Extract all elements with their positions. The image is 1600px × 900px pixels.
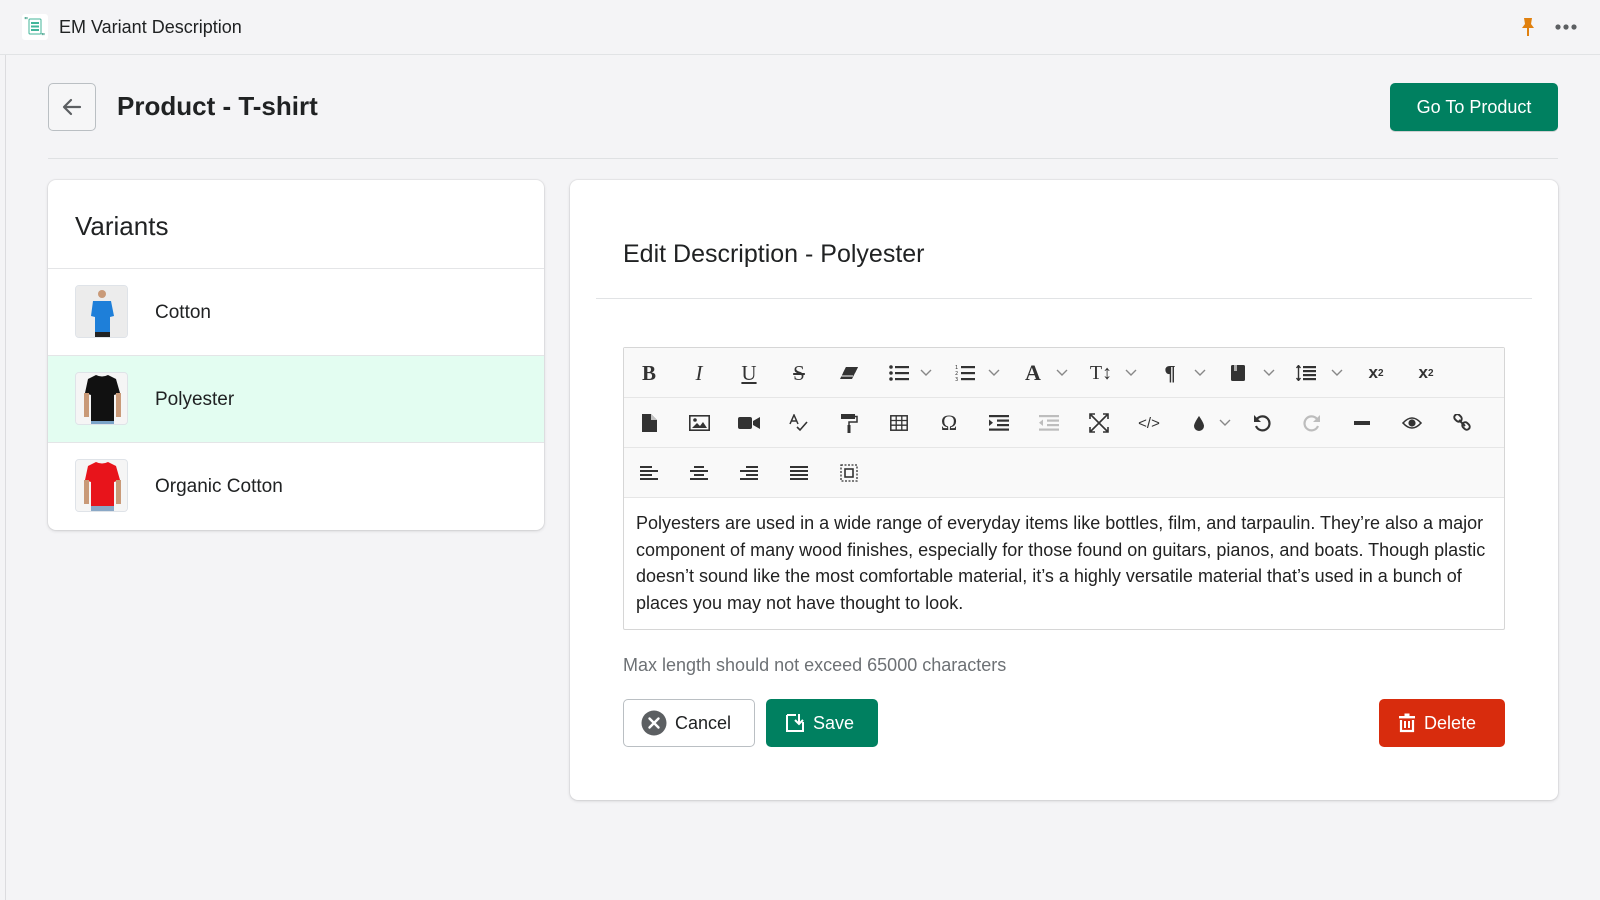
editor-toolbar-row-3 [624, 448, 1504, 498]
redo-icon[interactable] [1296, 408, 1328, 438]
variant-thumbnail [75, 459, 128, 512]
variant-item-polyester[interactable]: Polyester [48, 355, 544, 442]
chevron-down-icon[interactable] [1216, 408, 1234, 438]
max-length-hint: Max length should not exceed 65000 chara… [623, 655, 1007, 675]
app-topbar: " " EM Variant Description [0, 0, 1600, 55]
go-to-product-button[interactable]: Go To Product [1390, 83, 1558, 131]
svg-text:": " [24, 16, 28, 25]
line-height-icon[interactable] [1290, 358, 1322, 388]
format-painter-icon[interactable] [833, 408, 865, 438]
trash-icon [1399, 713, 1415, 733]
chevron-down-icon[interactable] [917, 358, 935, 388]
variant-label: Cotton [155, 302, 211, 323]
variants-card: Variants Cotton Polyester Organic Cotton [48, 180, 544, 530]
ordered-list-icon[interactable]: 123 [949, 358, 981, 388]
variant-label: Organic Cotton [155, 476, 283, 497]
font-size-icon[interactable]: T↕ [1085, 358, 1117, 388]
app-title: EM Variant Description [59, 17, 242, 37]
cancel-label: Cancel [675, 712, 732, 733]
paragraph-style-icon[interactable] [1222, 358, 1254, 388]
pin-icon[interactable] [1518, 16, 1538, 38]
font-family-icon[interactable]: A [1017, 358, 1049, 388]
unordered-list-icon[interactable] [883, 358, 915, 388]
svg-text:3: 3 [955, 377, 958, 382]
editor-toolbar-row-2: Ω </> [624, 398, 1504, 448]
select-all-icon[interactable] [833, 458, 865, 488]
chevron-down-icon[interactable] [1122, 358, 1140, 388]
delete-label: Delete [1424, 712, 1477, 733]
chevron-down-icon[interactable] [1328, 358, 1346, 388]
align-left-icon[interactable] [633, 458, 665, 488]
chevron-down-icon[interactable] [1191, 358, 1209, 388]
chevron-down-icon[interactable] [1053, 358, 1071, 388]
save-button[interactable]: Save [766, 699, 878, 747]
chevron-down-icon[interactable] [985, 358, 1003, 388]
horizontal-rule-icon[interactable] [1346, 408, 1378, 438]
align-justify-icon[interactable] [783, 458, 815, 488]
chevron-down-icon[interactable] [1260, 358, 1278, 388]
editor-toolbar-row-1: B I U S 123 A T↕ ¶ x 2 x 2 [624, 348, 1504, 398]
save-label: Save [813, 712, 855, 733]
bold-icon[interactable]: B [633, 358, 665, 388]
align-center-icon[interactable] [683, 458, 715, 488]
undo-icon[interactable] [1246, 408, 1278, 438]
align-right-icon[interactable] [733, 458, 765, 488]
edit-description-card: Edit Description - Polyester B I U S 123… [570, 180, 1558, 800]
special-character-icon[interactable]: Ω [933, 408, 965, 438]
variant-item-organic-cotton[interactable]: Organic Cotton [48, 442, 544, 529]
edit-divider [596, 298, 1532, 299]
page-title: Product - T-shirt [117, 91, 318, 121]
superscript-icon[interactable]: x2 [1360, 358, 1392, 388]
variant-thumbnail [75, 285, 128, 338]
edit-description-title: Edit Description - Polyester [623, 240, 925, 268]
save-icon [786, 714, 804, 732]
paragraph-icon[interactable]: ¶ [1154, 358, 1186, 388]
outdent-icon[interactable] [1033, 408, 1065, 438]
underline-icon[interactable]: U [733, 358, 765, 388]
fullscreen-icon[interactable] [1083, 408, 1115, 438]
table-icon[interactable] [883, 408, 915, 438]
text-color-icon[interactable] [1183, 408, 1215, 438]
arrow-left-icon [62, 98, 82, 116]
subscript-icon[interactable]: x2 [1410, 358, 1442, 388]
rich-text-editor: B I U S 123 A T↕ ¶ x 2 x 2 Ω </> Polyest… [623, 347, 1505, 630]
variant-item-cotton[interactable]: Cotton [48, 268, 544, 355]
back-button[interactable] [48, 83, 96, 131]
cancel-button[interactable]: Cancel [623, 699, 755, 747]
variants-title: Variants [75, 211, 169, 241]
preview-eye-icon[interactable] [1396, 408, 1428, 438]
description-editor-content[interactable]: Polyesters are used in a wide range of e… [636, 510, 1492, 616]
svg-text:": " [41, 32, 45, 40]
video-icon[interactable] [733, 408, 765, 438]
source-code-icon[interactable]: </> [1133, 408, 1165, 438]
link-icon[interactable] [1446, 408, 1478, 438]
italic-icon[interactable]: I [683, 358, 715, 388]
more-horizontal-icon[interactable] [1554, 16, 1580, 38]
image-icon[interactable] [683, 408, 715, 438]
page-left-border [5, 55, 6, 900]
indent-icon[interactable] [983, 408, 1015, 438]
eraser-icon[interactable] [833, 358, 865, 388]
header-divider [48, 158, 1558, 159]
close-circle-icon [641, 710, 667, 736]
strikethrough-icon[interactable]: S [783, 358, 815, 388]
app-logo-icon: " " [22, 14, 48, 41]
delete-button[interactable]: Delete [1379, 699, 1505, 747]
variant-label: Polyester [155, 389, 235, 410]
variant-thumbnail [75, 372, 128, 425]
spell-check-icon[interactable] [783, 408, 815, 438]
file-icon[interactable] [633, 408, 665, 438]
